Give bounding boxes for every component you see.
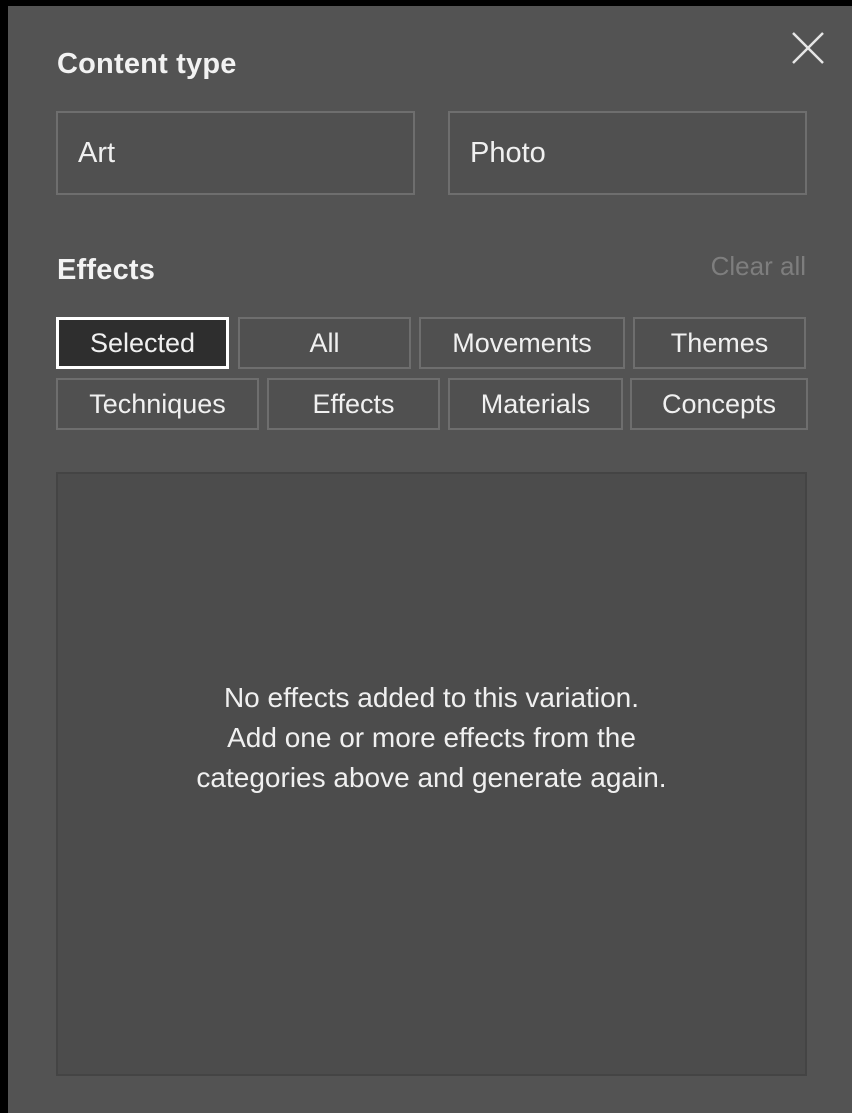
empty-state-line-2: Add one or more effects from the xyxy=(227,722,636,753)
selected-effects-list: No effects added to this variation. Add … xyxy=(56,472,807,1076)
clear-all-link[interactable]: Clear all xyxy=(711,251,806,282)
tab-all[interactable]: All xyxy=(238,317,411,369)
empty-state-line-3: categories above and generate again. xyxy=(196,762,667,793)
content-settings-panel: Content type Art Photo Effects Clear all… xyxy=(8,6,852,1113)
tab-effects[interactable]: Effects xyxy=(267,378,440,430)
content-type-title: Content type xyxy=(57,48,237,80)
close-button[interactable] xyxy=(788,28,828,68)
tab-techniques[interactable]: Techniques xyxy=(56,378,259,430)
tab-selected[interactable]: Selected xyxy=(56,317,229,369)
content-type-photo-button[interactable]: Photo xyxy=(448,111,807,195)
effects-title: Effects xyxy=(57,254,156,286)
tab-concepts[interactable]: Concepts xyxy=(630,378,808,430)
content-type-art-button[interactable]: Art xyxy=(56,111,415,195)
close-icon xyxy=(792,32,824,64)
tab-materials[interactable]: Materials xyxy=(448,378,623,430)
tab-movements[interactable]: Movements xyxy=(419,317,625,369)
empty-state-line-1: No effects added to this variation. xyxy=(223,682,640,713)
empty-state-message: No effects added to this variation. Add … xyxy=(58,678,805,798)
tab-themes[interactable]: Themes xyxy=(633,317,806,369)
